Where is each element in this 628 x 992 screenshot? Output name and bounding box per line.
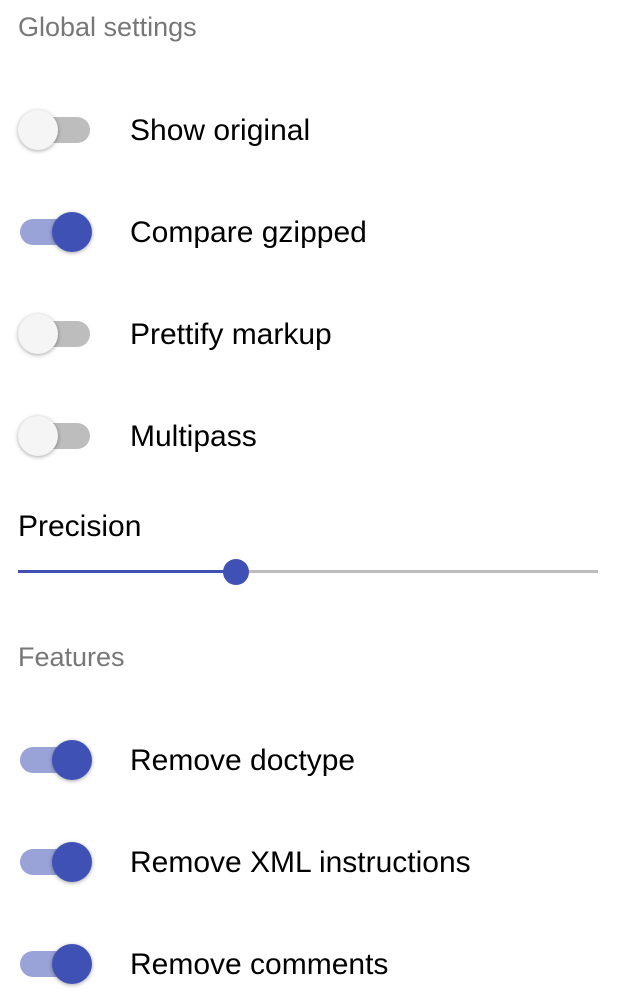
toggle-row-remove-comments[interactable]: Remove comments	[0, 936, 628, 992]
toggle-label: Compare gzipped	[130, 216, 367, 249]
toggle-knob	[18, 110, 58, 150]
toggle-switch[interactable]	[18, 842, 92, 882]
toggle-switch[interactable]	[18, 416, 92, 456]
toggle-row-prettify-markup[interactable]: Prettify markup	[0, 306, 628, 362]
toggle-label: Remove comments	[130, 948, 389, 981]
toggle-label: Prettify markup	[130, 318, 332, 351]
toggle-label: Remove XML instructions	[130, 846, 471, 879]
toggle-row-show-original[interactable]: Show original	[0, 102, 628, 158]
toggle-knob	[52, 212, 92, 252]
toggle-switch[interactable]	[18, 212, 92, 252]
toggle-knob	[52, 944, 92, 984]
toggle-knob	[18, 416, 58, 456]
toggle-row-multipass[interactable]: Multipass	[0, 408, 628, 464]
toggle-knob	[18, 314, 58, 354]
toggle-row-remove-xml-instructions[interactable]: Remove XML instructions	[0, 834, 628, 890]
toggle-row-remove-doctype[interactable]: Remove doctype	[0, 732, 628, 788]
toggle-switch[interactable]	[18, 314, 92, 354]
toggle-label: Multipass	[130, 420, 257, 453]
toggle-label: Remove doctype	[130, 744, 356, 777]
slider-thumb[interactable]	[222, 559, 249, 585]
section-title-features: Features	[18, 642, 125, 672]
toggle-switch[interactable]	[18, 740, 92, 780]
toggle-knob	[52, 740, 92, 780]
section-title-global-settings: Global settings	[18, 12, 197, 42]
slider-fill	[18, 570, 236, 573]
precision-label: Precision	[18, 510, 142, 543]
toggle-switch[interactable]	[18, 110, 92, 150]
toggle-switch[interactable]	[18, 944, 92, 984]
precision-slider[interactable]	[18, 556, 598, 588]
toggle-label: Show original	[130, 114, 311, 147]
toggle-knob	[52, 842, 92, 882]
toggle-row-compare-gzipped[interactable]: Compare gzipped	[0, 204, 628, 260]
